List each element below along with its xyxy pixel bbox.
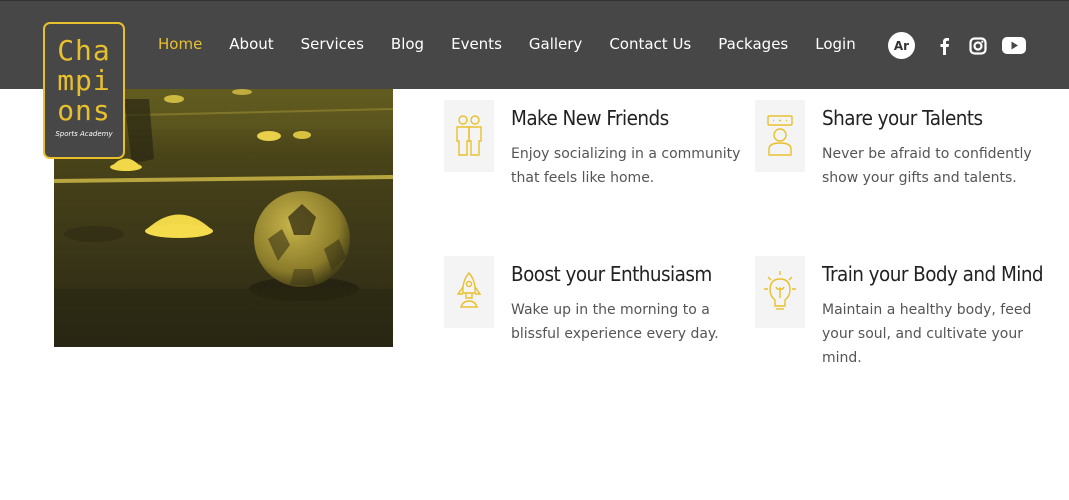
feature-title: Train your Body and Mind <box>822 262 1044 286</box>
facebook-icon[interactable] <box>933 35 955 57</box>
nav-contact-us[interactable]: Contact Us <box>609 35 691 53</box>
lightbulb-icon <box>755 256 805 328</box>
logo-tagline: Sports Academy <box>55 130 113 138</box>
feature-description: Enjoy socializing in a community that fe… <box>511 146 741 186</box>
language-toggle-button[interactable]: Ar <box>888 32 915 59</box>
friends-icon <box>444 100 494 172</box>
talent-icon <box>755 100 805 172</box>
nav-services[interactable]: Services <box>301 35 364 53</box>
social-links: Ar <box>888 32 1039 59</box>
nav-blog[interactable]: Blog <box>391 35 424 53</box>
feature-title: Boost your Enthusiasm <box>511 262 712 286</box>
site-logo[interactable]: Cha mpi ons Sports Academy <box>43 22 125 159</box>
nav-home[interactable]: Home <box>158 35 202 53</box>
instagram-icon[interactable] <box>967 35 989 57</box>
nav-gallery[interactable]: Gallery <box>529 35 582 53</box>
rocket-icon <box>444 256 494 328</box>
main-nav: Home About Services Blog Events Gallery … <box>158 35 883 53</box>
nav-events[interactable]: Events <box>451 35 502 53</box>
feature-title: Share your Talents <box>822 106 983 130</box>
feature-description: Maintain a healthy body, feed your soul,… <box>822 302 1032 366</box>
feature-description: Never be afraid to confidently show your… <box>822 146 1032 186</box>
feature-description: Wake up in the morning to a blissful exp… <box>511 302 719 342</box>
nav-packages[interactable]: Packages <box>718 35 788 53</box>
nav-login[interactable]: Login <box>815 35 855 53</box>
logo-line-2: mpi <box>57 64 111 97</box>
logo-line-3: ons <box>57 94 111 127</box>
youtube-icon[interactable] <box>1001 35 1027 57</box>
nav-about[interactable]: About <box>229 35 273 53</box>
logo-line-1: Cha <box>57 34 111 67</box>
feature-title: Make New Friends <box>511 106 669 130</box>
site-header: Home About Services Blog Events Gallery … <box>0 0 1069 89</box>
